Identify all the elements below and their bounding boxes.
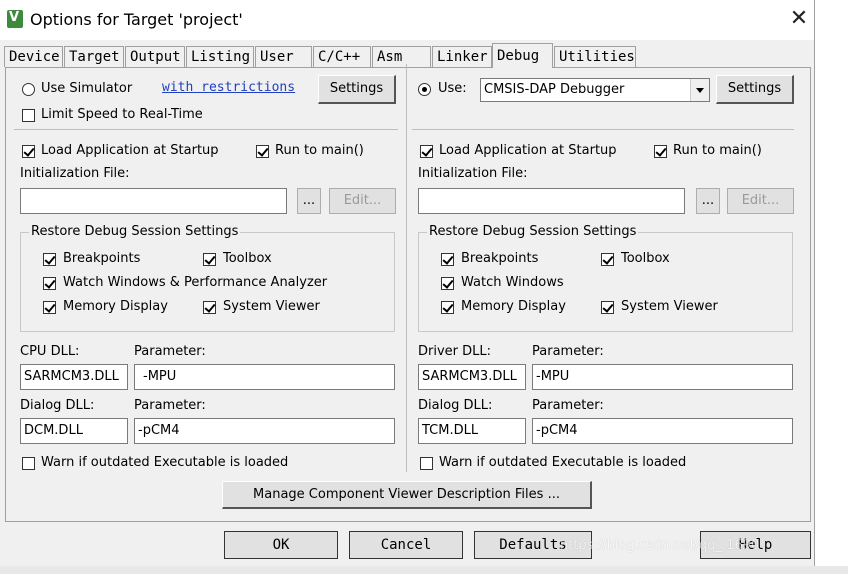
options-dialog: Options for Target 'project' ✕ Device Ta…	[0, 0, 815, 574]
breakpoints-label: Breakpoints	[63, 251, 141, 266]
right-load-app-label: Load Application at Startup	[439, 143, 617, 158]
right-run-to-main-label: Run to main()	[673, 143, 762, 158]
tab-user[interactable]: User	[255, 46, 312, 67]
tab-asm[interactable]: Asm	[372, 46, 431, 67]
right-dialog-dll-label: Dialog DLL:	[418, 398, 493, 413]
vertical-divider	[406, 64, 407, 472]
right-restore-settings-label: Restore Debug Session Settings	[427, 224, 639, 239]
use-simulator-radio[interactable]	[22, 83, 35, 96]
right-breakpoints-label: Breakpoints	[461, 251, 539, 266]
use-simulator-label: Use Simulator	[41, 81, 133, 96]
dialog-param-label: Parameter:	[134, 398, 206, 413]
watch-windows-label: Watch Windows & Performance Analyzer	[63, 275, 328, 290]
manage-component-viewer-button[interactable]: Manage Component Viewer Description File…	[222, 481, 592, 509]
left-divider	[14, 129, 398, 130]
right-memory-display-checkbox[interactable]	[441, 301, 454, 314]
toolbox-checkbox[interactable]	[203, 253, 216, 266]
tab-linker[interactable]: Linker	[432, 46, 492, 67]
debugger-settings-button[interactable]: Settings	[716, 75, 794, 104]
init-file-edit-button[interactable]: Edit...	[329, 188, 396, 214]
use-debugger-radio[interactable]	[418, 83, 431, 96]
tab-cpp[interactable]: C/C++	[313, 46, 371, 67]
warn-outdated-label: Warn if outdated Executable is loaded	[41, 455, 289, 470]
watermark-text: https://blog.csdn.net/qq_ 1690	[560, 538, 760, 553]
tab-target[interactable]: Target	[64, 46, 124, 67]
run-to-main-label: Run to main()	[275, 143, 364, 158]
cpu-param-input[interactable]: -MPU	[134, 364, 395, 390]
right-load-app-checkbox[interactable]	[420, 145, 433, 158]
right-init-file-label: Initialization File:	[418, 166, 528, 181]
right-system-viewer-checkbox[interactable]	[601, 301, 614, 314]
cpu-dll-input[interactable]: SARMCM3.DLL	[20, 364, 128, 390]
tab-debug[interactable]: Debug	[492, 43, 553, 68]
cancel-button[interactable]: Cancel	[349, 531, 463, 559]
right-init-file-browse-button[interactable]: ...	[696, 188, 720, 214]
right-divider	[412, 129, 794, 130]
with-restrictions-link[interactable]: with restrictions	[162, 80, 295, 95]
driver-param-input[interactable]: -MPU	[532, 364, 793, 390]
restore-settings-label: Restore Debug Session Settings	[29, 224, 241, 239]
right-run-to-main-checkbox[interactable]	[654, 145, 667, 158]
right-watch-windows-label: Watch Windows	[461, 275, 564, 290]
init-file-input[interactable]	[20, 188, 287, 214]
system-viewer-label: System Viewer	[223, 299, 320, 314]
load-app-label: Load Application at Startup	[41, 143, 219, 158]
right-watch-windows-checkbox[interactable]	[441, 277, 454, 290]
dialog-dll-label: Dialog DLL:	[20, 398, 95, 413]
close-icon[interactable]: ✕	[786, 4, 812, 34]
driver-dll-input[interactable]: SARMCM3.DLL	[418, 364, 526, 390]
load-app-checkbox[interactable]	[22, 145, 35, 158]
chevron-down-icon[interactable]	[690, 79, 709, 101]
system-viewer-checkbox[interactable]	[203, 301, 216, 314]
right-dialog-param-input[interactable]: -pCM4	[532, 418, 793, 444]
tab-output[interactable]: Output	[125, 46, 185, 67]
dialog-dll-input[interactable]: DCM.DLL	[20, 418, 128, 444]
right-warn-outdated-checkbox[interactable]	[420, 457, 433, 470]
right-toolbox-label: Toolbox	[621, 251, 670, 266]
cpu-param-label: Parameter:	[134, 344, 206, 359]
tab-listing[interactable]: Listing	[186, 46, 254, 67]
debugger-select[interactable]: CMSIS-DAP Debugger	[480, 78, 710, 102]
init-file-label: Initialization File:	[20, 166, 130, 181]
limit-speed-label: Limit Speed to Real-Time	[41, 107, 203, 122]
right-system-viewer-label: System Viewer	[621, 299, 718, 314]
watch-windows-checkbox[interactable]	[43, 277, 56, 290]
bottom-strip	[0, 566, 848, 574]
keil-app-icon	[7, 10, 23, 28]
right-init-file-edit-button[interactable]: Edit...	[727, 188, 794, 214]
right-toolbox-checkbox[interactable]	[601, 253, 614, 266]
use-label: Use:	[438, 81, 467, 96]
memory-display-label: Memory Display	[63, 299, 168, 314]
simulator-settings-button[interactable]: Settings	[318, 75, 396, 104]
toolbox-label: Toolbox	[223, 251, 272, 266]
breakpoints-checkbox[interactable]	[43, 253, 56, 266]
window-title: Options for Target 'project'	[30, 10, 243, 29]
tab-device[interactable]: Device	[4, 46, 63, 67]
right-init-file-input[interactable]	[418, 188, 685, 214]
dialog-param-input[interactable]: -pCM4	[134, 418, 395, 444]
limit-speed-checkbox[interactable]	[22, 109, 35, 122]
right-memory-display-label: Memory Display	[461, 299, 566, 314]
init-file-browse-button[interactable]: ...	[297, 188, 321, 214]
right-dialog-param-label: Parameter:	[532, 398, 604, 413]
title-bar: Options for Target 'project' ✕	[0, 0, 814, 40]
debugger-select-value: CMSIS-DAP Debugger	[484, 82, 625, 97]
warn-outdated-checkbox[interactable]	[22, 457, 35, 470]
right-dialog-dll-input[interactable]: TCM.DLL	[418, 418, 526, 444]
right-breakpoints-checkbox[interactable]	[441, 253, 454, 266]
run-to-main-checkbox[interactable]	[256, 145, 269, 158]
driver-param-label: Parameter:	[532, 344, 604, 359]
cpu-dll-label: CPU DLL:	[20, 344, 80, 359]
tab-utilities[interactable]: Utilities	[554, 46, 636, 67]
memory-display-checkbox[interactable]	[43, 301, 56, 314]
driver-dll-label: Driver DLL:	[418, 344, 492, 359]
right-warn-outdated-label: Warn if outdated Executable is loaded	[439, 455, 687, 470]
ok-button[interactable]: OK	[224, 531, 338, 559]
